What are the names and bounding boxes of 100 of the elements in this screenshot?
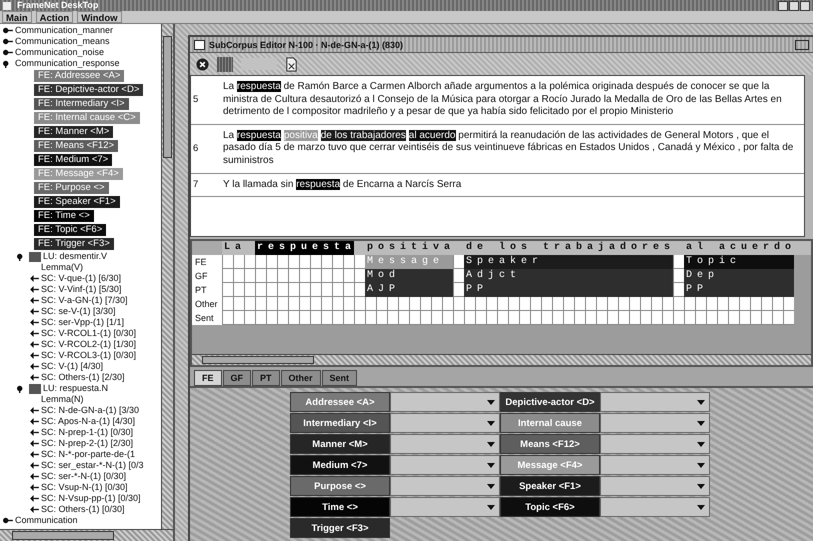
dropdown[interactable] [600, 413, 710, 433]
dropdown[interactable] [390, 392, 500, 412]
dropdown[interactable] [390, 497, 500, 517]
annotation-label[interactable]: Mod [365, 269, 453, 283]
expand-handle-icon[interactable] [2, 37, 13, 46]
tree-item[interactable]: SC: V-que-(1) [6/30] [41, 273, 122, 284]
tree-item[interactable]: LU: desmentir.V [43, 251, 108, 262]
scrollbar[interactable] [192, 354, 811, 365]
tree-item[interactable]: Lemma(V) [30, 262, 84, 273]
menu-item[interactable]: Action [36, 11, 74, 23]
tree-item[interactable]: SC: N-prep-1-(1) [0/30] [41, 427, 134, 438]
frame-element-button[interactable]: Medium <7> [290, 455, 390, 475]
tree-item[interactable]: SC: ser-Vpp-(1) [1/1] [41, 317, 124, 328]
layer-name[interactable]: Sent [192, 311, 222, 325]
layer-name[interactable]: PT [192, 283, 222, 297]
tree-item[interactable]: FE: Intermediary <I> [34, 98, 129, 110]
tree-item[interactable]: SC: V-a-GN-(1) [7/30] [41, 295, 128, 306]
tree-item[interactable]: FE: Topic <F6> [34, 224, 106, 236]
tree-item[interactable]: FE: Manner <M> [34, 126, 114, 138]
tree-item[interactable]: SC: Vsup-N-(1) [0/30] [41, 482, 128, 493]
tree-item[interactable]: SC: V-(1) [4/30] [41, 361, 104, 372]
frame-element-button[interactable]: Purpose <> [290, 476, 390, 496]
document-icon[interactable] [285, 56, 298, 72]
dropdown[interactable] [600, 476, 710, 496]
menu-item[interactable]: Main [2, 11, 32, 23]
layer-name[interactable]: GF [192, 269, 222, 283]
tab[interactable]: FE [194, 370, 222, 386]
maximize-icon[interactable] [789, 0, 799, 10]
tree-item[interactable]: FE: Means <F12> [34, 140, 118, 152]
tree-item[interactable]: FE: Medium <7> [34, 154, 112, 166]
frame-element-button[interactable]: Time <> [290, 497, 390, 517]
sentence-text[interactable]: Y la llamada sin respuesta de Encarna a Narcís Serra [223, 178, 462, 192]
close-icon[interactable] [800, 0, 810, 10]
frame-element-button[interactable]: Speaker <F1> [500, 476, 600, 496]
tab[interactable]: Sent [322, 370, 358, 386]
scrollbar[interactable] [161, 24, 173, 529]
tree-item[interactable]: SC: N-de-GN-a-(1) [3/30 [41, 405, 140, 416]
tree-item[interactable]: Communication_means [15, 36, 110, 47]
dropdown[interactable] [390, 434, 500, 454]
tree-item[interactable]: SC: ser-*-N-(1) [0/30] [41, 471, 126, 482]
annotation-label[interactable]: AJP [365, 283, 453, 297]
tree-item[interactable]: Lemma(N) [30, 394, 84, 405]
tree-item[interactable]: SC: V-RCOL2-(1) [1/30] [41, 339, 136, 350]
frame-element-button[interactable]: Means <F12> [500, 434, 600, 454]
frame-element-button[interactable]: Addressee <A> [290, 392, 390, 412]
dropdown[interactable] [390, 413, 500, 433]
tree-item[interactable]: FE: Purpose <> [34, 182, 109, 194]
tree-item[interactable]: SC: N-prep-2-(1) [2/30] [41, 438, 134, 449]
tree-item[interactable]: Communication_manner [15, 25, 114, 36]
tree-item[interactable]: SC: V-RCOL3-(1) [0/30] [41, 350, 136, 361]
tab[interactable]: PT [252, 370, 280, 386]
annotation-label[interactable]: PP [464, 283, 673, 297]
tab[interactable]: Other [280, 370, 321, 386]
dropdown[interactable] [600, 455, 710, 475]
dropdown[interactable] [390, 476, 500, 496]
tree-item[interactable]: FE: Trigger <F3> [34, 238, 114, 250]
tree-item[interactable]: LU: respuesta.N [43, 383, 108, 394]
tree-item[interactable]: SC: Others-(1) [2/30] [41, 372, 125, 383]
color-swatch[interactable] [217, 56, 233, 72]
dropdown[interactable] [390, 455, 500, 475]
menu-item[interactable]: Window [77, 11, 122, 23]
tree-item[interactable]: Communication [15, 515, 78, 526]
frame-element-button[interactable]: Depictive-actor <D> [500, 392, 600, 412]
frame-element-button[interactable]: Intermediary <I> [290, 413, 390, 433]
tree-item[interactable]: SC: N-Vsup-pp-(1) [0/30] [41, 493, 141, 504]
tree-item[interactable]: Communication_response [15, 58, 120, 69]
dropdown[interactable] [600, 392, 710, 412]
tree-item[interactable]: FE: Speaker <F1> [34, 196, 120, 208]
minimize-icon[interactable] [778, 0, 788, 10]
tree-item[interactable]: SC: Others-(1) [0/30] [41, 504, 125, 515]
annotation-label[interactable]: Topic [684, 255, 794, 269]
annotation-label[interactable]: Adjct [464, 269, 673, 283]
tree-item[interactable]: SC: V-RCOL1-(1) [0/30] [41, 328, 136, 339]
tree-item[interactable]: SC: N-*-por-parte-de-(1 [41, 449, 136, 460]
expand-handle-icon[interactable] [2, 516, 13, 525]
layer-name[interactable]: Other [192, 297, 222, 311]
tree-item[interactable]: SC: se-V-(1) [3/30] [41, 306, 116, 317]
expand-handle-icon[interactable] [2, 26, 13, 35]
tree-item[interactable]: SC: ser_estar-*-N-(1) [0/3 [41, 460, 144, 471]
sentence-text[interactable]: La respuesta positiva de los trabajadores al acuerdo permitirá la reanudación de las actividades de General Motors , que el pasado día 5 de marzo tuvo que cerrar veintiséis de sus veintinueve fábricas en Estados Unidos , Canadá y México , por falta de suministros [223, 130, 798, 168]
scrollbar[interactable] [0, 529, 173, 541]
frame-element-button[interactable]: Topic <F6> [500, 497, 600, 517]
annotation-label[interactable]: PP [684, 283, 794, 297]
frame-element-button[interactable]: Trigger <F3> [290, 518, 390, 538]
stop-icon[interactable] [196, 56, 209, 72]
frame-element-button[interactable]: Manner <M> [290, 434, 390, 454]
annotation-label[interactable]: Dep [684, 269, 794, 283]
dropdown[interactable] [600, 434, 710, 454]
tree-item[interactable]: SC: Apos-N-a-(1) [4/30] [41, 416, 136, 427]
expand-handle-icon[interactable] [2, 48, 13, 57]
dropdown[interactable] [600, 497, 710, 517]
annotation-label[interactable]: Speaker [464, 255, 673, 269]
sentence-text[interactable]: La respuesta de Ramón Barce a Carmen Alborch añade argumentos a la polémica originada después de conocer se que la ministra de Cultura desautorizó a l Consejo de la Música para otorgar a Rocío Jurado la Medalla de Oro de las Bellas Artes en detrimento de l compositor madrileño y a pesar de que ya había sido felicitado por el propio Ministerio [223, 81, 798, 119]
layer-name[interactable]: FE [192, 255, 222, 269]
tree-item[interactable]: FE: Addressee <A> [34, 70, 124, 82]
restore-icon[interactable] [795, 40, 809, 50]
tree-item[interactable]: SC: V-Vinf-(1) [5/30] [41, 284, 122, 295]
tree-item[interactable]: FE: Time <> [34, 210, 94, 222]
tab[interactable]: GF [222, 370, 252, 386]
tree-item[interactable]: Communication_noise [15, 47, 104, 58]
